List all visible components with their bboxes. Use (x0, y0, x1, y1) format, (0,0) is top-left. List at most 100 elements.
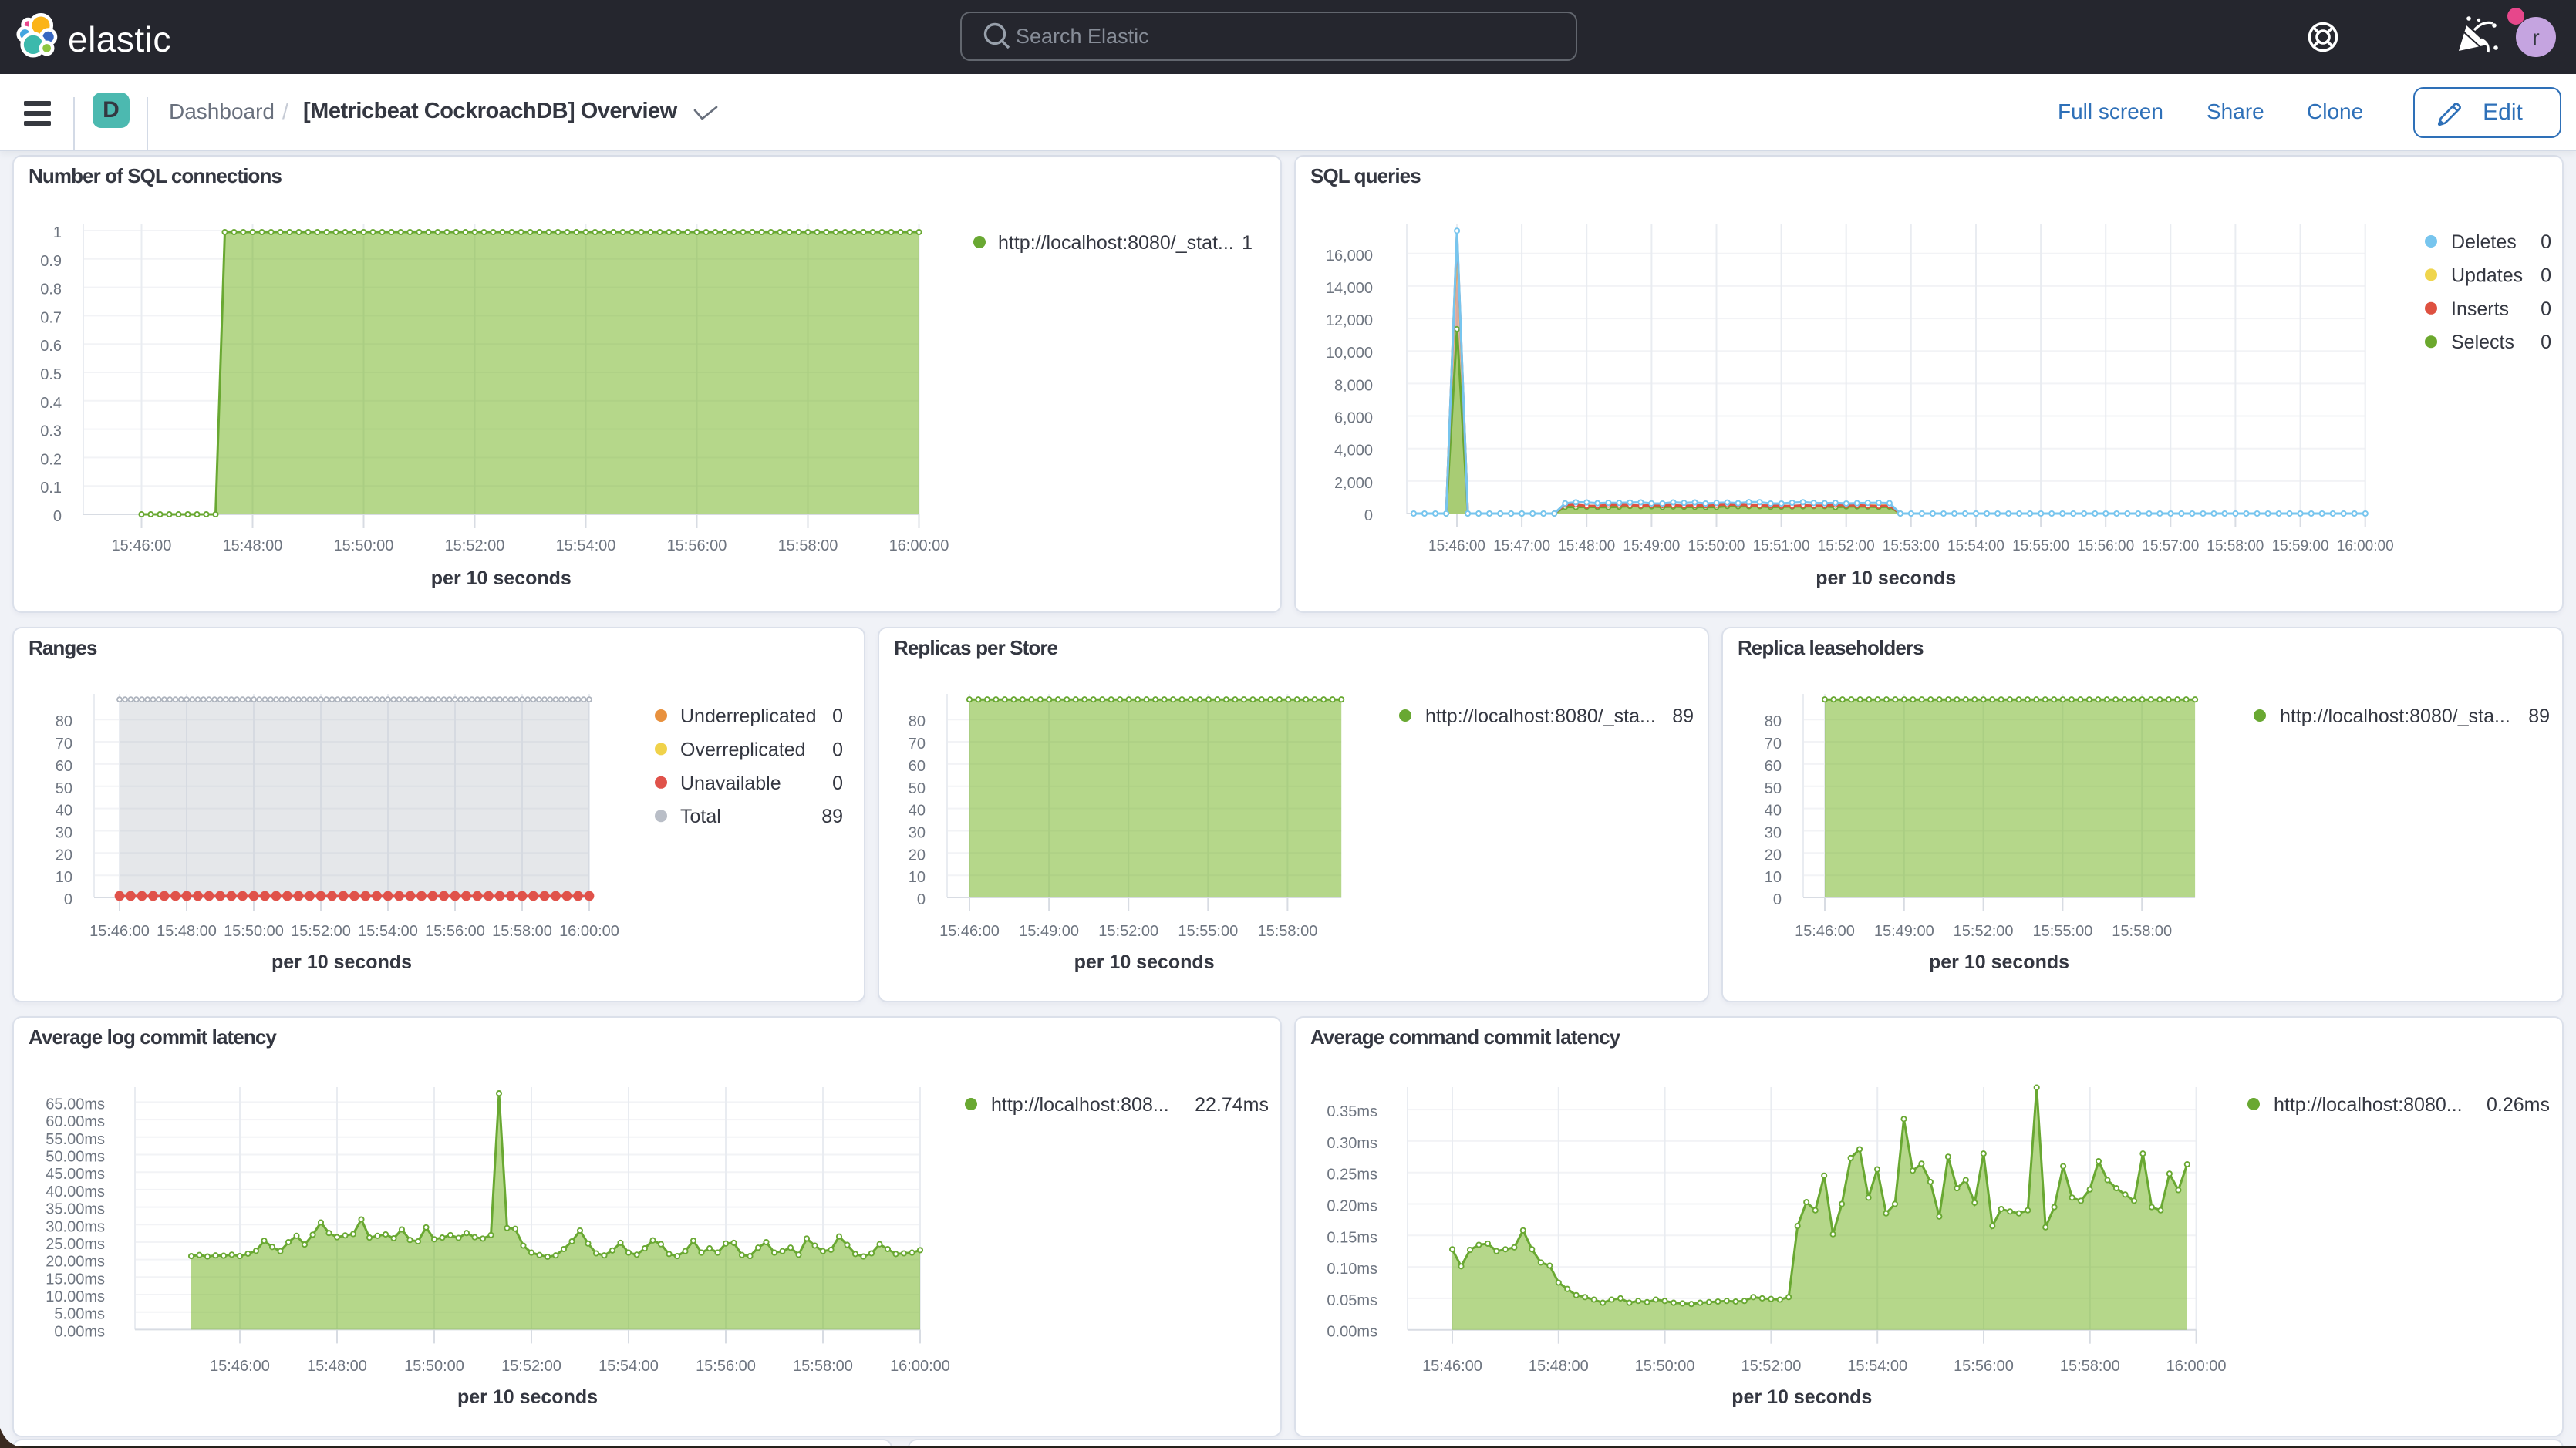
svg-text:15:50:00: 15:50:00 (1688, 538, 1745, 554)
svg-text:20: 20 (56, 847, 72, 864)
svg-text:25.00ms: 25.00ms (46, 1236, 105, 1253)
svg-text:0.30ms: 0.30ms (1327, 1135, 1377, 1152)
svg-text:70: 70 (1765, 736, 1782, 753)
svg-text:15:56:00: 15:56:00 (696, 1358, 756, 1375)
svg-text:0.4: 0.4 (40, 395, 62, 412)
svg-text:80: 80 (1765, 713, 1782, 730)
svg-text:10: 10 (56, 869, 72, 886)
svg-text:15:50:00: 15:50:00 (224, 923, 284, 940)
svg-text:15:52:00: 15:52:00 (501, 1358, 561, 1375)
svg-text:per 10 seconds: per 10 seconds (1074, 951, 1215, 973)
svg-text:0.25ms: 0.25ms (1327, 1167, 1377, 1184)
svg-text:0.7: 0.7 (40, 309, 62, 326)
svg-text:0: 0 (1364, 507, 1373, 524)
svg-text:15:47:00: 15:47:00 (1493, 538, 1550, 554)
svg-text:15:49:00: 15:49:00 (1874, 923, 1934, 940)
svg-text:89: 89 (2528, 705, 2550, 727)
svg-text:1: 1 (53, 224, 62, 241)
svg-text:60.00ms: 60.00ms (46, 1113, 105, 1130)
svg-text:60: 60 (1765, 758, 1782, 775)
svg-text:16:00:00: 16:00:00 (889, 537, 949, 554)
svg-text:0.6: 0.6 (40, 338, 62, 355)
svg-text:50: 50 (56, 780, 72, 797)
svg-text:30: 30 (56, 825, 72, 842)
svg-text:15:58:00: 15:58:00 (2207, 538, 2264, 554)
svg-text:0: 0 (2541, 264, 2551, 286)
svg-text:89: 89 (821, 806, 843, 827)
svg-text:0: 0 (64, 891, 72, 908)
svg-text:http://localhost:8080/_sta...: http://localhost:8080/_sta... (2280, 705, 2510, 727)
svg-text:15:46:00: 15:46:00 (89, 923, 150, 940)
svg-text:0.35ms: 0.35ms (1327, 1103, 1377, 1120)
svg-text:per 10 seconds: per 10 seconds (431, 567, 572, 589)
svg-text:80: 80 (909, 713, 926, 730)
svg-text:http://localhost:8080/_sta...: http://localhost:8080/_sta... (1425, 705, 1656, 727)
svg-text:15:53:00: 15:53:00 (1883, 538, 1940, 554)
svg-text:15:50:00: 15:50:00 (1635, 1358, 1695, 1375)
svg-text:15:52:00: 15:52:00 (291, 923, 351, 940)
svg-text:40: 40 (56, 803, 72, 820)
svg-text:15:54:00: 15:54:00 (598, 1358, 659, 1375)
svg-text:16:00:00: 16:00:00 (2166, 1358, 2227, 1375)
svg-text:15:52:00: 15:52:00 (1098, 923, 1158, 940)
svg-text:0: 0 (2541, 298, 2551, 320)
svg-text:12,000: 12,000 (1326, 312, 1373, 329)
svg-text:15:48:00: 15:48:00 (1529, 1358, 1589, 1375)
svg-text:15:46:00: 15:46:00 (1428, 538, 1485, 554)
svg-text:16:00:00: 16:00:00 (2337, 538, 2394, 554)
svg-text:2,000: 2,000 (1334, 475, 1373, 492)
svg-text:per 10 seconds: per 10 seconds (1816, 567, 1956, 589)
svg-text:per 10 seconds: per 10 seconds (1731, 1386, 1872, 1408)
svg-text:15:49:00: 15:49:00 (1019, 923, 1079, 940)
svg-text:15:52:00: 15:52:00 (445, 537, 505, 554)
svg-text:Selects: Selects (2451, 332, 2514, 353)
svg-text:65.00ms: 65.00ms (46, 1096, 105, 1113)
svg-text:15:58:00: 15:58:00 (2112, 923, 2172, 940)
svg-text:15:48:00: 15:48:00 (1558, 538, 1615, 554)
svg-text:0: 0 (1773, 891, 1782, 908)
svg-text:4,000: 4,000 (1334, 443, 1373, 460)
svg-text:15:52:00: 15:52:00 (1741, 1358, 1801, 1375)
svg-text:15:56:00: 15:56:00 (667, 537, 727, 554)
svg-text:22.74ms: 22.74ms (1195, 1094, 1269, 1116)
svg-text:15.00ms: 15.00ms (46, 1271, 105, 1288)
svg-text:15:52:00: 15:52:00 (1818, 538, 1875, 554)
svg-text:15:46:00: 15:46:00 (112, 537, 172, 554)
svg-text:15:56:00: 15:56:00 (425, 923, 485, 940)
svg-text:0: 0 (53, 508, 62, 525)
svg-text:per 10 seconds: per 10 seconds (1929, 951, 2069, 973)
svg-text:20.00ms: 20.00ms (46, 1254, 105, 1271)
svg-text:10: 10 (1765, 869, 1782, 886)
svg-text:45.00ms: 45.00ms (46, 1166, 105, 1183)
svg-text:per 10 seconds: per 10 seconds (457, 1386, 598, 1408)
svg-text:15:56:00: 15:56:00 (2077, 538, 2134, 554)
svg-text:15:58:00: 15:58:00 (2060, 1358, 2120, 1375)
svg-text:http://localhost:8080...: http://localhost:8080... (2274, 1094, 2463, 1116)
svg-text:Underreplicated: Underreplicated (680, 705, 817, 727)
svg-text:10,000: 10,000 (1326, 345, 1373, 362)
svg-text:80: 80 (56, 713, 72, 730)
svg-text:0.3: 0.3 (40, 423, 62, 440)
svg-text:15:49:00: 15:49:00 (1623, 538, 1680, 554)
svg-text:89: 89 (1672, 705, 1694, 727)
svg-text:Deletes: Deletes (2451, 231, 2517, 253)
svg-text:15:58:00: 15:58:00 (793, 1358, 853, 1375)
svg-text:20: 20 (1765, 847, 1782, 864)
svg-text:0.20ms: 0.20ms (1327, 1198, 1377, 1215)
svg-text:15:58:00: 15:58:00 (1257, 923, 1317, 940)
svg-text:15:58:00: 15:58:00 (492, 923, 552, 940)
svg-text:0.05ms: 0.05ms (1327, 1292, 1377, 1309)
svg-text:0: 0 (832, 705, 843, 727)
svg-text:15:55:00: 15:55:00 (2032, 923, 2092, 940)
svg-text:http://localhost:808...: http://localhost:808... (991, 1094, 1169, 1116)
svg-text:Updates: Updates (2451, 264, 2523, 286)
svg-text:0.5: 0.5 (40, 366, 62, 383)
svg-text:40: 40 (1765, 803, 1782, 820)
svg-text:40.00ms: 40.00ms (46, 1184, 105, 1200)
svg-text:0.00ms: 0.00ms (1327, 1324, 1377, 1341)
svg-text:16,000: 16,000 (1326, 248, 1373, 264)
svg-text:r: r (2532, 25, 2539, 49)
svg-text:15:55:00: 15:55:00 (2012, 538, 2069, 554)
svg-text:0: 0 (917, 891, 926, 908)
svg-text:15:48:00: 15:48:00 (307, 1358, 367, 1375)
